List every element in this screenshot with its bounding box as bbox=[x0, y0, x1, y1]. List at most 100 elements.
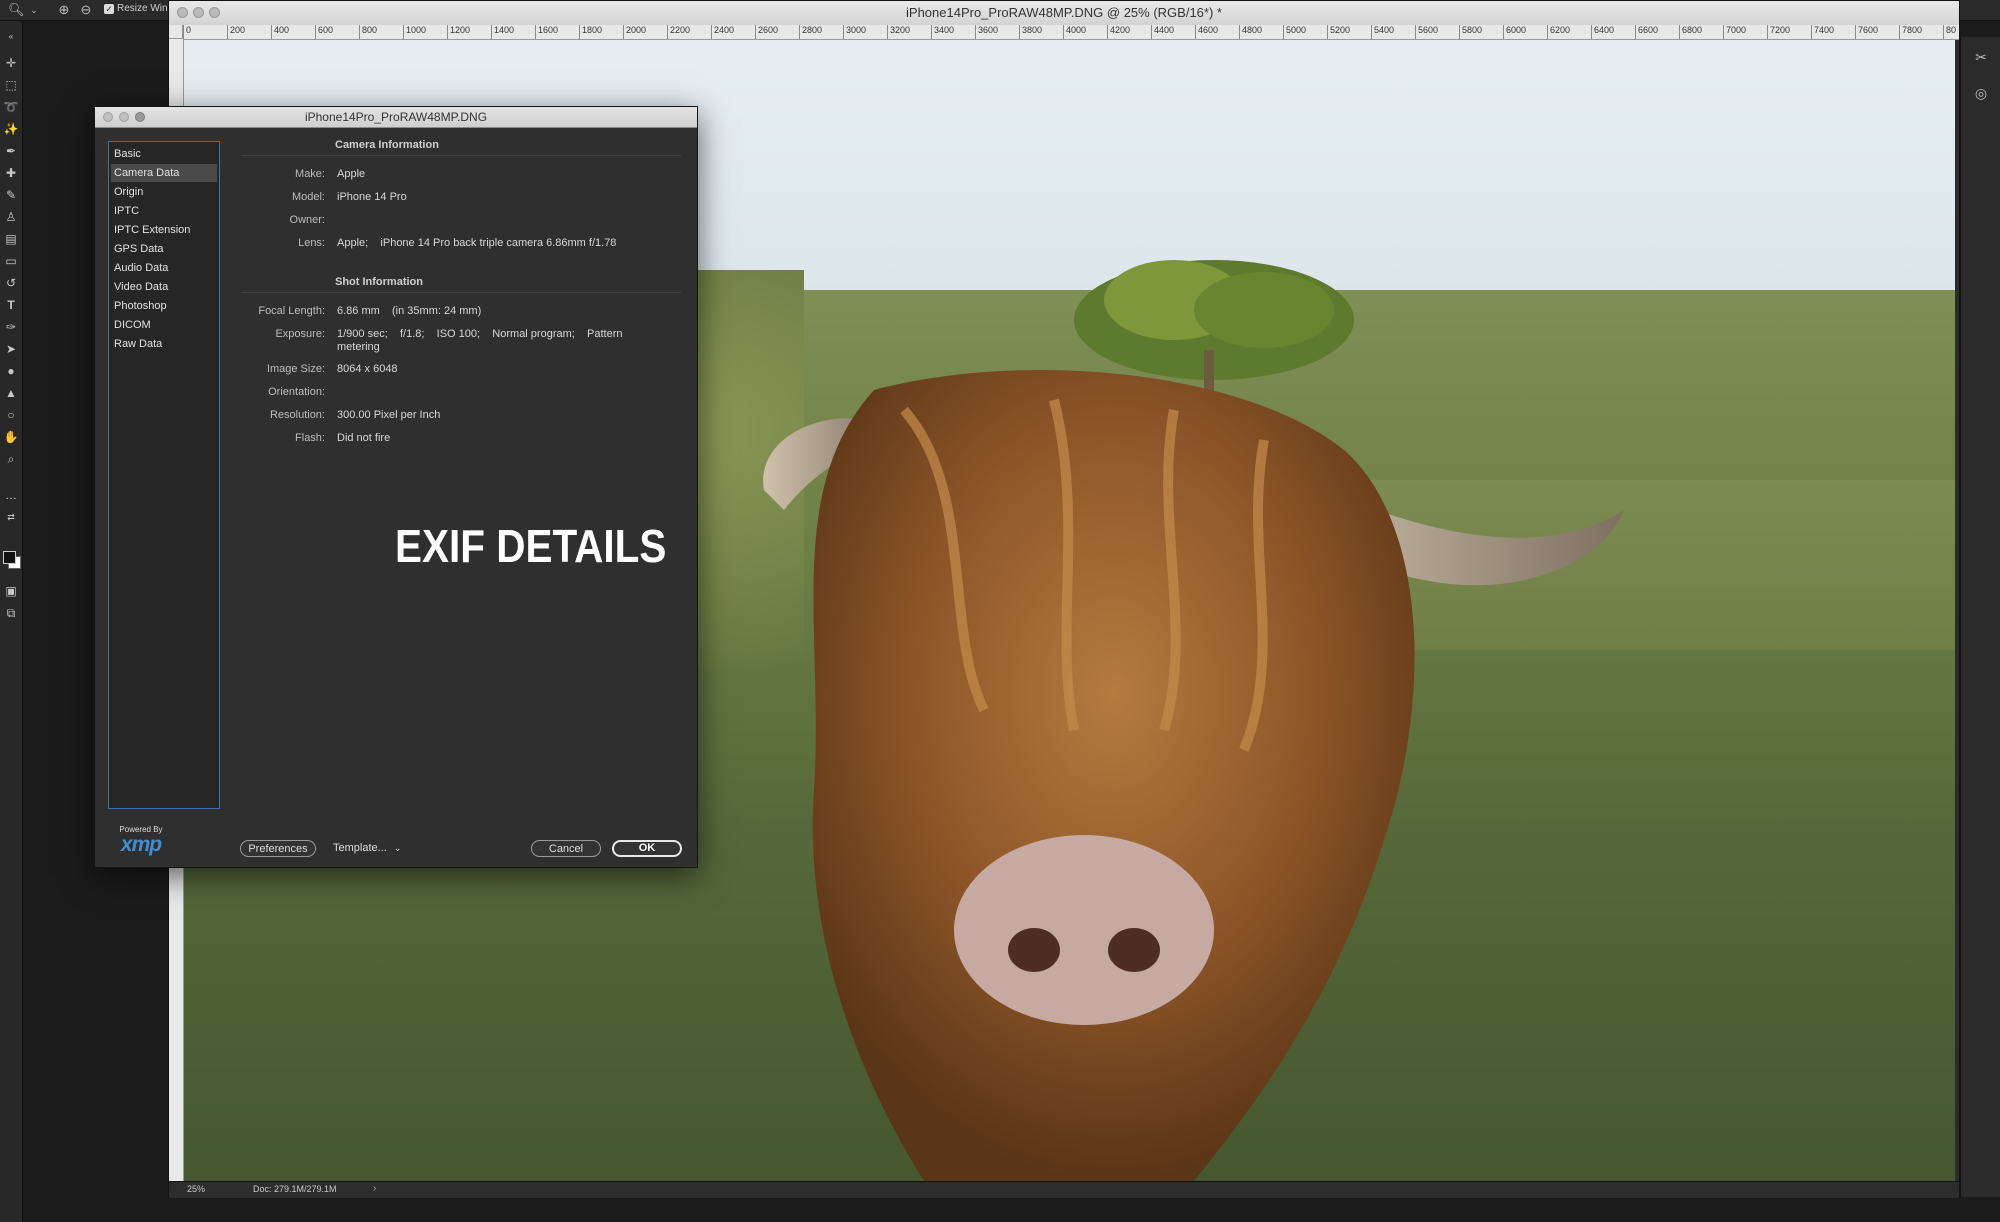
horizontal-ruler[interactable]: 0 200 400 600 800 1000 1200 1400 1600 1800 2000 220… bbox=[183, 25, 1959, 40]
swap-colors-icon[interactable]: ⇄ bbox=[3, 509, 19, 525]
category-video-data[interactable]: Video Data bbox=[111, 278, 217, 296]
tools-panel: « ✛ ⬚ ➰ ✨ ✒ ✚ ✎ ♙ ▤ ▭ ↺ T ✑ ➤ ● ▲ ○ ✋ ⌕ … bbox=[0, 21, 23, 1222]
ok-button[interactable]: OK bbox=[612, 840, 682, 857]
ruler-tick-label: 600 bbox=[315, 25, 333, 39]
eyedropper-tool-icon[interactable]: ✒ bbox=[3, 143, 19, 159]
exif-details-caption: EXIF DETAILS bbox=[395, 520, 667, 572]
libraries-icon[interactable]: ◎ bbox=[1973, 85, 1989, 101]
status-menu-arrow-icon[interactable]: › bbox=[373, 1183, 376, 1194]
ruler-tick-label: 7400 bbox=[1811, 25, 1834, 39]
blur-tool-icon[interactable]: ● bbox=[3, 363, 19, 379]
dialog-title-bar[interactable]: iPhone14Pro_ProRAW48MP.DNG bbox=[95, 107, 697, 128]
ruler-tick-label: 6600 bbox=[1635, 25, 1658, 39]
ruler-tick-label: 80 bbox=[1943, 25, 1956, 39]
ruler-tick-label: 0 bbox=[183, 25, 191, 39]
ruler-tick-label: 2400 bbox=[711, 25, 734, 39]
preferences-button[interactable]: Preferences bbox=[240, 840, 316, 857]
history-brush-tool-icon[interactable]: ↺ bbox=[3, 275, 19, 291]
cancel-button[interactable]: Cancel bbox=[531, 840, 601, 857]
right-panel-strip: ✂ ◎ bbox=[1960, 37, 2000, 1197]
model-label: Model: bbox=[291, 191, 325, 203]
ruler-tick-label: 2800 bbox=[799, 25, 822, 39]
tools-settings-icon[interactable]: ✂ bbox=[1973, 49, 1989, 65]
ruler-tick-label: 400 bbox=[271, 25, 289, 39]
lens-label: Lens: bbox=[298, 237, 325, 249]
collapse-icon[interactable]: « bbox=[3, 29, 19, 45]
ruler-tick-label: 7800 bbox=[1899, 25, 1922, 39]
ruler-tick-label: 4200 bbox=[1107, 25, 1130, 39]
chevron-down-icon[interactable]: ⌄ bbox=[26, 2, 42, 18]
eraser-tool-icon[interactable]: ▭ bbox=[3, 253, 19, 269]
make-value: Apple bbox=[337, 168, 366, 180]
flash-label: Flash: bbox=[295, 432, 325, 444]
type-tool-icon[interactable]: T bbox=[3, 297, 19, 313]
document-size: Doc: 279.1M/279.1M bbox=[253, 1184, 337, 1194]
hand-tool-icon[interactable]: ✋ bbox=[3, 429, 19, 445]
ruler-tick-label: 800 bbox=[359, 25, 377, 39]
template-dropdown[interactable]: Template... ⌄ bbox=[333, 842, 401, 854]
chevron-down-icon: ⌄ bbox=[393, 843, 402, 853]
vertical-scrollbar[interactable] bbox=[1955, 40, 1959, 1181]
ruler-tick-label: 5200 bbox=[1327, 25, 1350, 39]
zoom-level[interactable]: 25% bbox=[187, 1184, 205, 1194]
screen-mode-icon[interactable]: ⧉ bbox=[3, 605, 19, 621]
lens-value: Apple; iPhone 14 Pro back triple camera … bbox=[337, 237, 617, 249]
healing-brush-tool-icon[interactable]: ✚ bbox=[3, 165, 19, 181]
template-dropdown-label: Template... bbox=[333, 842, 387, 854]
ruler-tick-label: 1800 bbox=[579, 25, 602, 39]
ruler-tick-label: 200 bbox=[227, 25, 245, 39]
ruler-tick-label: 1400 bbox=[491, 25, 514, 39]
ruler-tick-label: 3400 bbox=[931, 25, 954, 39]
orientation-label: Orientation: bbox=[268, 386, 325, 398]
ruler-tick-label: 7200 bbox=[1767, 25, 1790, 39]
ruler-tick-label: 5000 bbox=[1283, 25, 1306, 39]
resolution-label: Resolution: bbox=[269, 409, 325, 421]
ellipse-tool-icon[interactable]: ○ bbox=[3, 407, 19, 423]
foreground-color-swatch[interactable] bbox=[3, 551, 16, 564]
ruler-tick-label: 7000 bbox=[1723, 25, 1746, 39]
shape-tool-icon[interactable]: ▲ bbox=[3, 385, 19, 401]
clone-stamp-tool-icon[interactable]: ♙ bbox=[3, 209, 19, 225]
owner-label: Owner: bbox=[289, 214, 325, 226]
document-title: iPhone14Pro_ProRAW48MP.DNG @ 25% (RGB/16… bbox=[906, 5, 1222, 20]
gradient-tool-icon[interactable]: ▤ bbox=[3, 231, 19, 247]
pen-tool-icon[interactable]: ✑ bbox=[3, 319, 19, 335]
marquee-tool-icon[interactable]: ⬚ bbox=[3, 77, 19, 93]
quick-mask-icon[interactable]: ▣ bbox=[3, 583, 19, 599]
brush-tool-icon[interactable]: ✎ bbox=[3, 187, 19, 203]
ruler-tick-label: 1200 bbox=[447, 25, 470, 39]
dialog-title: iPhone14Pro_ProRAW48MP.DNG bbox=[304, 110, 488, 124]
make-label: Make: bbox=[295, 168, 325, 180]
magic-wand-tool-icon[interactable]: ✨ bbox=[3, 121, 19, 137]
shot-information-heading: Shot Information bbox=[331, 276, 427, 288]
zoom-out-icon[interactable]: ⊖ bbox=[78, 2, 94, 18]
focal-length-value: 6.86 mm (in 35mm: 24 mm) bbox=[337, 305, 482, 317]
ruler-tick-label: 3800 bbox=[1019, 25, 1042, 39]
ruler-tick-label: 1600 bbox=[535, 25, 558, 39]
camera-information-heading: Camera Information bbox=[331, 139, 443, 151]
category-basic[interactable]: Basic bbox=[111, 145, 217, 163]
zoom-icon[interactable]: 🔍︎ bbox=[8, 2, 25, 18]
xmp-logo: xmp bbox=[120, 833, 162, 856]
ruler-tick-label: 7600 bbox=[1855, 25, 1878, 39]
ruler-tick-label: 2000 bbox=[623, 25, 646, 39]
file-info-dialog: iPhone14Pro_ProRAW48MP.DNG Basic Camera … bbox=[94, 106, 698, 868]
move-tool-icon[interactable]: ✛ bbox=[3, 55, 19, 71]
lasso-tool-icon[interactable]: ➰ bbox=[3, 99, 19, 115]
ruler-tick-label: 4000 bbox=[1063, 25, 1086, 39]
category-audio-data[interactable]: Audio Data bbox=[111, 259, 217, 277]
image-size-label: Image Size: bbox=[266, 363, 325, 375]
ruler-tick-label: 4600 bbox=[1195, 25, 1218, 39]
more-tools-icon[interactable]: … bbox=[3, 487, 19, 503]
ruler-tick-label: 2200 bbox=[667, 25, 690, 39]
zoom-tool-icon[interactable]: ⌕ bbox=[3, 451, 19, 467]
focal-length-label: Focal Length: bbox=[258, 305, 325, 317]
flash-value: Did not fire bbox=[337, 432, 391, 444]
zoom-in-icon[interactable]: ⊕ bbox=[56, 2, 72, 18]
resize-windows-checkbox[interactable]: ✓ bbox=[104, 4, 114, 14]
camera-information-section: Camera Information bbox=[241, 139, 681, 156]
ruler-origin[interactable] bbox=[169, 25, 183, 39]
path-selection-tool-icon[interactable]: ➤ bbox=[3, 341, 19, 357]
document-title-bar[interactable]: iPhone14Pro_ProRAW48MP.DNG @ 25% (RGB/16… bbox=[169, 1, 1959, 26]
shot-information-section: Shot Information bbox=[241, 276, 681, 293]
